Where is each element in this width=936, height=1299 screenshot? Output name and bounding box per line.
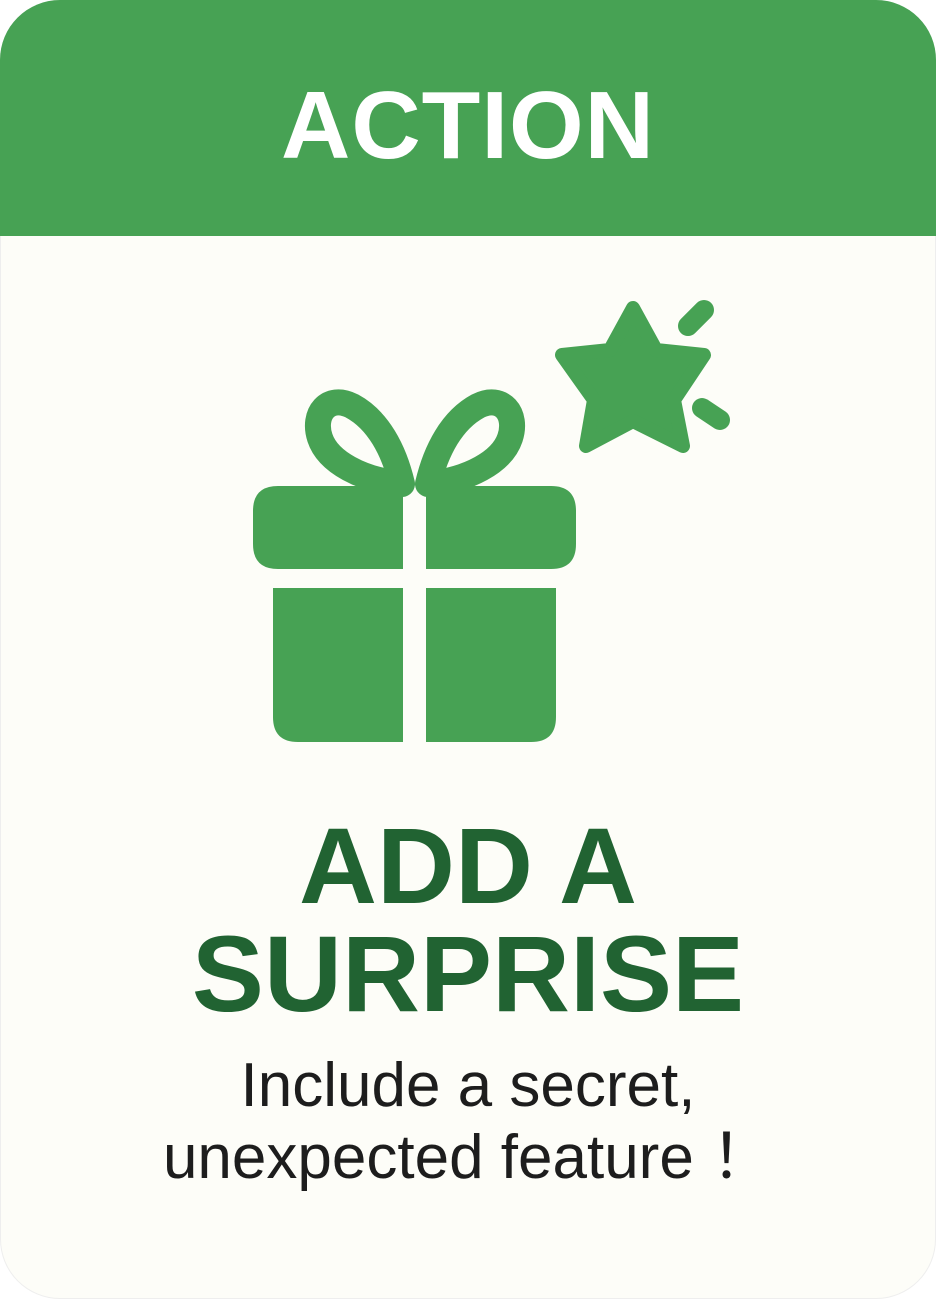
card-title-line: SURPRISE xyxy=(191,913,745,1034)
action-card: ACTION ADD A SURPRISE Include a secret, … xyxy=(0,0,936,1299)
card-description-line: Include a secret, xyxy=(240,1051,696,1120)
card-description-line: unexpected feature ！ xyxy=(162,1123,774,1192)
card-category: ACTION xyxy=(281,72,655,179)
card-title: ADD A SURPRISE xyxy=(0,812,936,1028)
card-description: Include a secret, unexpected feature ！ xyxy=(0,1050,936,1194)
card-header: ACTION xyxy=(0,0,936,236)
gift-icon xyxy=(253,389,576,742)
card-illustration xyxy=(0,236,936,796)
card-title-line: ADD A xyxy=(299,805,637,926)
